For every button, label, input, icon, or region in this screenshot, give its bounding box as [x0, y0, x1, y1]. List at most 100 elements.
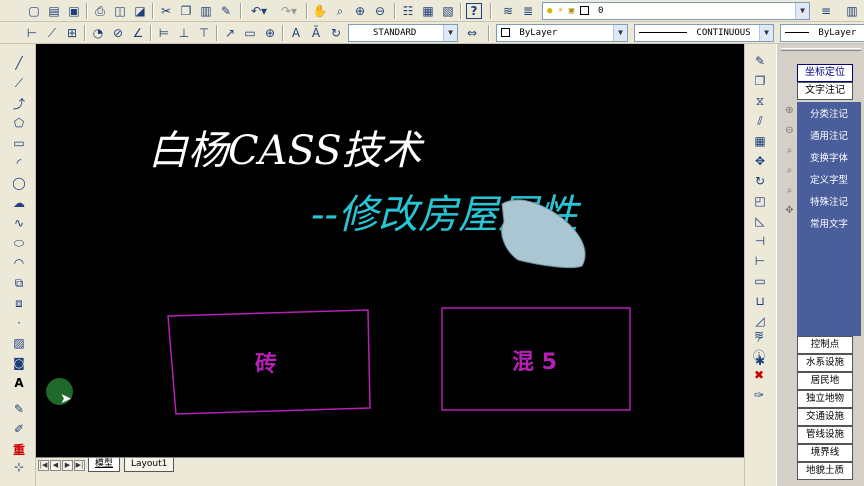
delete-x-icon-lower[interactable]: ✖	[750, 366, 768, 384]
erase-icon[interactable]: ✎	[751, 52, 769, 70]
dim-update-icon[interactable]: ↻	[328, 25, 344, 41]
move-icon[interactable]: ✥	[751, 152, 769, 170]
paste-icon[interactable]: ▥	[198, 3, 214, 19]
ellipse-arc-icon[interactable]: ◠	[10, 254, 28, 272]
radius-dim-icon[interactable]: ◔	[90, 25, 106, 41]
category-button[interactable]: 交通设施	[797, 408, 853, 426]
zoom-previous-icon[interactable]: ⌕	[783, 184, 796, 197]
pan-icon[interactable]: ✥	[783, 204, 796, 217]
layer-previous-icon[interactable]: ≡	[818, 3, 834, 19]
tool-palettes-icon[interactable]: ▧	[440, 3, 456, 19]
chevron-down-icon[interactable]: ▼	[759, 25, 773, 41]
new-icon[interactable]: ▢	[26, 3, 42, 19]
properties-icon[interactable]: ☷	[400, 3, 416, 19]
multiline-text-icon[interactable]: A	[10, 374, 28, 392]
print-icon[interactable]: ⎙	[92, 3, 108, 19]
join-icon[interactable]: ⊔	[751, 292, 769, 310]
pan-icon[interactable]: ✋	[312, 3, 328, 19]
tab-first-button[interactable]: |◀	[38, 460, 49, 471]
break-icon[interactable]: ▭	[751, 272, 769, 290]
zoom-extents-icon[interactable]: ⌕	[783, 164, 796, 177]
text-style-dropdown[interactable]: STANDARD ▼	[348, 24, 458, 42]
line-icon[interactable]: ╱	[10, 54, 28, 72]
point-icon[interactable]: ·	[10, 314, 28, 332]
panel-grip[interactable]	[781, 48, 861, 51]
stretch-icon[interactable]: ◺	[751, 212, 769, 230]
zoom-realtime-icon[interactable]: ⌕	[332, 3, 348, 19]
region-icon[interactable]: ◙	[10, 354, 28, 372]
hatch-icon[interactable]: ▨	[10, 334, 28, 352]
save-icon[interactable]: ▣	[66, 3, 82, 19]
color-dropdown[interactable]: ByLayer ▼	[496, 24, 628, 42]
text-annotation-button[interactable]: 文字注记	[797, 82, 853, 100]
submenu-item[interactable]: 常用文字	[797, 214, 861, 236]
tab-layout1[interactable]: Layout1	[124, 458, 175, 472]
leader-icon[interactable]: ↗	[222, 25, 238, 41]
baseline-dim-icon[interactable]: ⊥	[176, 25, 192, 41]
edit-icon[interactable]: ✐	[10, 420, 28, 438]
ordinate-dim-icon[interactable]: ⊞	[64, 25, 80, 41]
zoom-window-icon[interactable]: ⊕	[352, 3, 368, 19]
arc-icon[interactable]: ◜	[10, 154, 28, 172]
linear-dim-icon[interactable]: ⊢	[24, 25, 40, 41]
category-button[interactable]: 居民地	[797, 372, 853, 390]
circle-icon[interactable]: ◯	[10, 174, 28, 192]
rotate-icon[interactable]: ↻	[751, 172, 769, 190]
make-block-icon[interactable]: ⧈	[10, 294, 28, 312]
snap-icon[interactable]: ⊹	[10, 458, 28, 476]
polyline-icon[interactable]: ⤴	[10, 94, 28, 112]
construction-line-icon[interactable]: ⟋	[10, 74, 28, 92]
copy-icon[interactable]: ❐	[178, 3, 194, 19]
dim-style-icon[interactable]: ⇔	[464, 25, 480, 41]
publish-icon[interactable]: ◪	[132, 3, 148, 19]
chevron-down-icon[interactable]: ▼	[795, 3, 809, 19]
insert-block-icon[interactable]: ⧉	[10, 274, 28, 292]
category-button[interactable]: 境界线	[797, 444, 853, 462]
category-button[interactable]: 管线设施	[797, 426, 853, 444]
redo-icon[interactable]: ↷▾	[276, 3, 302, 19]
layer-state-icon[interactable]: ≣	[520, 3, 536, 19]
zoom-previous-icon[interactable]: ⊖	[372, 3, 388, 19]
coordinate-locate-button[interactable]: 坐标定位	[797, 64, 853, 82]
submenu-item[interactable]: 变换字体	[797, 148, 861, 170]
array-icon[interactable]: ▦	[751, 132, 769, 150]
spline-icon[interactable]: ∿	[10, 214, 28, 232]
quick-dim-icon[interactable]: ⊨	[156, 25, 172, 41]
tab-model[interactable]: 模型	[88, 458, 121, 472]
diameter-dim-icon[interactable]: ⊘	[110, 25, 126, 41]
zoom-window-icon[interactable]: ⌕	[783, 144, 796, 157]
offset-icon[interactable]: ⫽	[751, 112, 769, 130]
layer-manager-icon[interactable]: ≋	[500, 3, 516, 19]
cut-icon[interactable]: ✂	[158, 3, 174, 19]
red-tool-icon[interactable]: 重	[10, 440, 28, 458]
linetype-dropdown[interactable]: CONTINUOUS ▼	[634, 24, 774, 42]
submenu-item[interactable]: 定义字型	[797, 170, 861, 192]
category-button[interactable]: 水系设施	[797, 354, 853, 372]
layer-tools-icon[interactable]: ▥	[844, 3, 860, 19]
layer-dropdown[interactable]: ● ☀ ▣ 0 ▼	[542, 2, 810, 20]
angular-dim-icon[interactable]: ∠	[130, 25, 146, 41]
rectangle-icon[interactable]: ▭	[10, 134, 28, 152]
tab-next-button[interactable]: ▶	[62, 460, 73, 471]
help-icon[interactable]: ?	[466, 3, 482, 19]
scale-icon[interactable]: ◰	[751, 192, 769, 210]
tab-prev-button[interactable]: ◀	[50, 460, 61, 471]
category-button[interactable]: 控制点	[797, 336, 853, 354]
continue-dim-icon[interactable]: ⊤	[196, 25, 212, 41]
polygon-icon[interactable]: ⬠	[10, 114, 28, 132]
preview-icon[interactable]: ◫	[112, 3, 128, 19]
tolerance-icon[interactable]: ▭	[242, 25, 258, 41]
submenu-item[interactable]: 分类注记	[797, 104, 861, 126]
chevron-down-icon[interactable]: ▼	[613, 25, 627, 41]
ellipse-icon[interactable]: ⬭	[10, 234, 28, 252]
zoom-in-icon[interactable]: ⊕	[783, 104, 796, 117]
info-icon-lower[interactable]: ⓘ	[750, 346, 768, 364]
brush-icon-lower[interactable]: ✑	[750, 386, 768, 404]
category-button[interactable]: 独立地物	[797, 390, 853, 408]
center-mark-icon[interactable]: ⊕	[262, 25, 278, 41]
tab-last-button[interactable]: ▶|	[74, 460, 85, 471]
submenu-item[interactable]: 特殊注记	[797, 192, 861, 214]
layer-icon-lower[interactable]: ≋	[750, 326, 768, 344]
undo-icon[interactable]: ↶▾	[246, 3, 272, 19]
open-icon[interactable]: ▤	[46, 3, 62, 19]
